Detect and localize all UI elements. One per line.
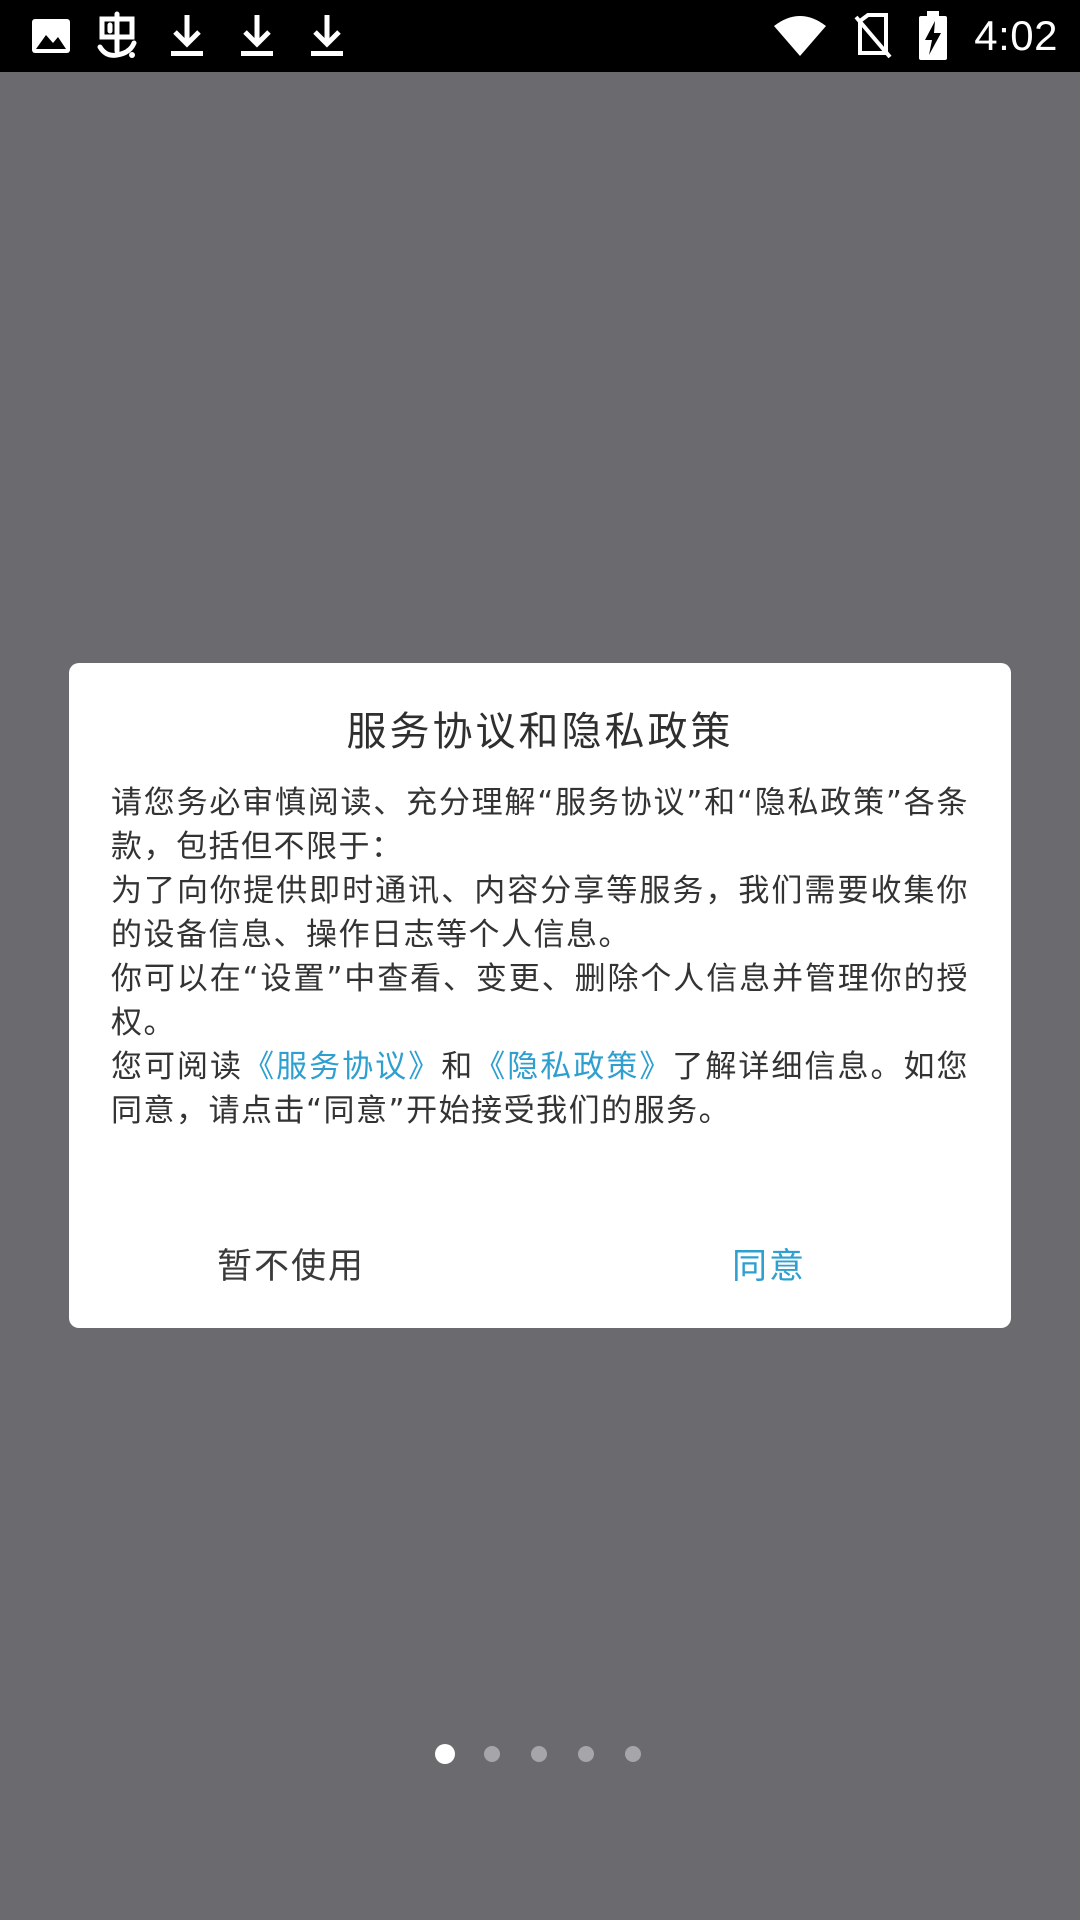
dialog-paragraph: 你可以在“设置”中查看、变更、删除个人信息并管理你的授权。 (111, 961, 969, 1041)
dialog-body: 请您务必审慎阅读、充分理解“服务协议”和“隐私政策”各条款，包括但不限于： 为了… (111, 781, 969, 1133)
app-notification-icon (92, 11, 142, 61)
image-icon (30, 17, 72, 55)
status-system: 4:02 (772, 0, 1058, 72)
download-icon (232, 13, 282, 59)
battery-charging-icon (918, 11, 948, 61)
page-dot[interactable] (578, 1746, 594, 1762)
agree-button[interactable]: 同意 (732, 1232, 806, 1302)
dialog-paragraph: 请您务必审慎阅读、充分理解“服务协议”和“隐私政策”各条款，包括但不限于： (111, 785, 969, 865)
decline-button[interactable]: 暂不使用 (217, 1232, 365, 1302)
page-dot[interactable] (435, 1744, 455, 1764)
status-time: 4:02 (974, 12, 1058, 59)
dialog-buttons: 暂不使用 同意 (69, 1232, 1011, 1302)
paragraph-text: 和 (441, 1049, 475, 1085)
page-dot[interactable] (531, 1746, 547, 1762)
download-icon (162, 13, 212, 59)
dialog-paragraph: 为了向你提供即时通讯、内容分享等服务，我们需要收集你的设备信息、操作日志等个人信… (111, 873, 969, 953)
service-agreement-link[interactable]: 《服务协议》 (243, 1049, 441, 1085)
privacy-policy-link[interactable]: 《隐私政策》 (474, 1049, 672, 1085)
page-indicator (0, 1744, 1080, 1764)
dialog-paragraph-links: 您可阅读《服务协议》和《隐私政策》了解详细信息。如您同意，请点击“同意”开始接受… (111, 1045, 969, 1133)
dialog-title: 服务协议和隐私政策 (346, 709, 734, 755)
status-bar: 4:02 (0, 0, 1080, 72)
privacy-policy-dialog: 服务协议和隐私政策 请您务必审慎阅读、充分理解“服务协议”和“隐私政策”各条款，… (69, 663, 1011, 1328)
page-dot[interactable] (625, 1746, 641, 1762)
wifi-icon (772, 14, 828, 58)
paragraph-text: 您可阅读 (111, 1049, 244, 1085)
no-sim-icon (854, 13, 892, 59)
download-icon (302, 13, 352, 59)
status-notifications (30, 0, 352, 72)
page-dot[interactable] (484, 1746, 500, 1762)
